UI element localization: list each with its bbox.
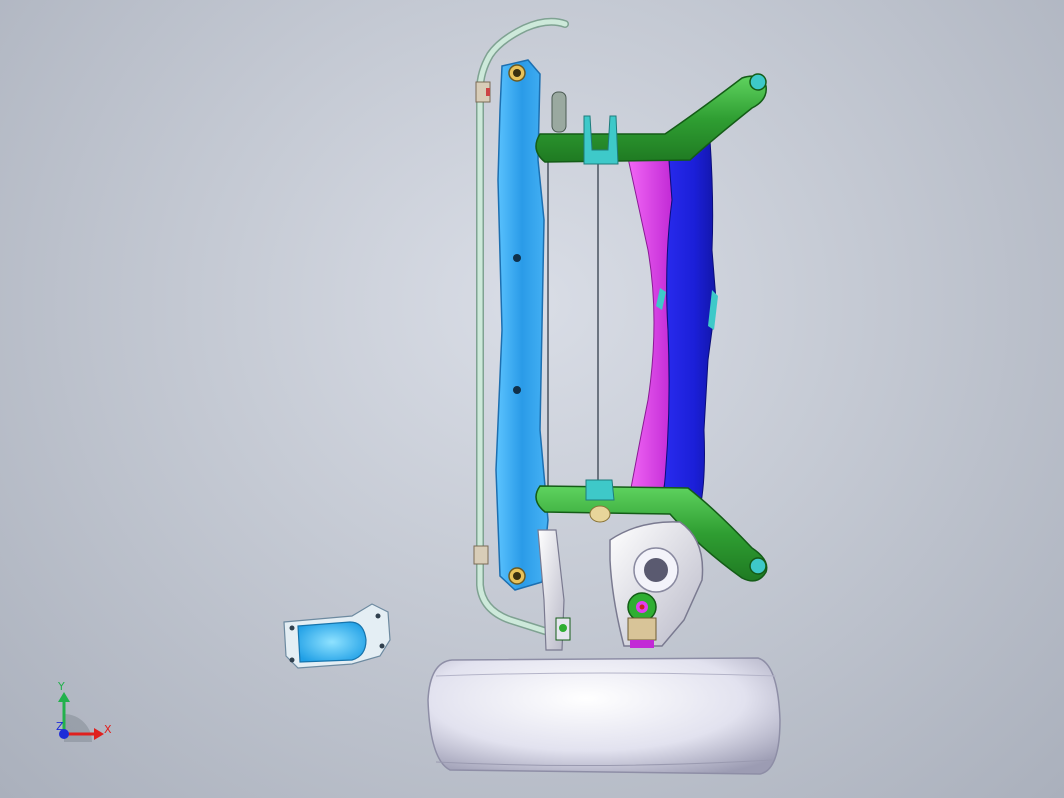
coordinate-triad: Y Z X [56,680,112,742]
y-axis-label: Y [57,680,65,693]
z-axis-label: Z [56,720,64,733]
loose-bracket[interactable] [283,603,391,669]
rear-crossmember-magenta[interactable] [627,149,673,505]
shock-absorber[interactable] [627,592,657,648]
x-axis-label: X [104,723,112,736]
tube-end-top [749,73,767,91]
tube-end-bottom [749,557,767,575]
graphics-viewport[interactable]: Y Z X [0,0,1064,798]
tire[interactable] [427,657,781,775]
control-arm[interactable] [537,521,704,651]
bar-clamp-bottom [473,545,489,565]
mounting-tubes[interactable] [535,73,768,582]
model-canvas[interactable]: Y Z X [0,0,1064,798]
